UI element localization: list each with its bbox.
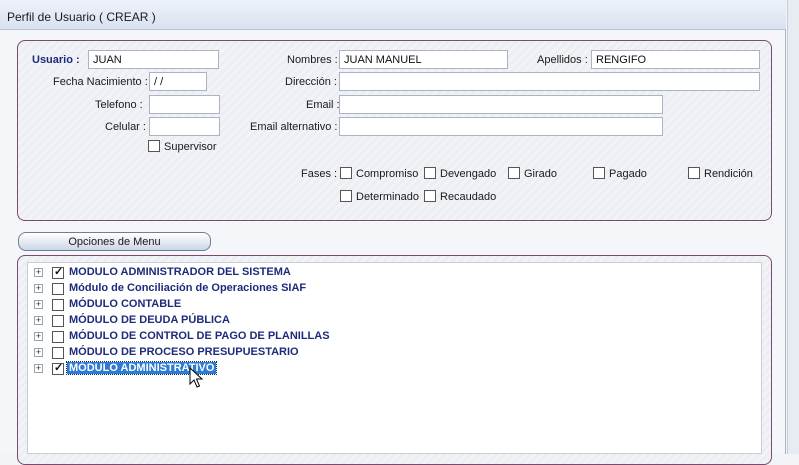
- tree-node-checkbox[interactable]: [52, 265, 64, 279]
- celular-label: Celular :: [105, 121, 146, 133]
- fecha-nacimiento-field[interactable]: / /: [149, 72, 207, 91]
- usuario-label: Usuario :: [32, 54, 80, 66]
- email-label: Email :: [306, 99, 340, 111]
- apellidos-field[interactable]: RENGIFO: [591, 50, 760, 69]
- fase-devengado-checkbox[interactable]: [424, 167, 436, 179]
- direccion-label: Dirección :: [285, 76, 337, 88]
- fases-label: Fases :: [301, 168, 338, 180]
- email-alternativo-field[interactable]: [339, 117, 663, 136]
- tree-node-label: MODULO ADMINISTRADOR DEL SISTEMA: [69, 266, 291, 278]
- fase-girado-label: Girado: [524, 168, 558, 180]
- tree-node-checkbox[interactable]: [52, 347, 64, 359]
- mouse-pointer-icon: [189, 367, 204, 388]
- expand-plus-icon[interactable]: +: [34, 332, 43, 341]
- expand-plus-icon[interactable]: +: [34, 300, 43, 309]
- tree-node-label: MÓDULO DE DEUDA PÚBLICA: [69, 314, 230, 326]
- fase-determinado-label: Determinado: [356, 191, 419, 203]
- fase-compromiso-label: Compromiso: [356, 168, 419, 180]
- window-title: Perfil de Usuario ( CREAR ): [7, 10, 156, 24]
- usuario-field[interactable]: JUAN: [88, 50, 219, 69]
- email-alternativo-label: Email alternativo :: [250, 121, 338, 133]
- fase-devengado-label: Devengado: [440, 168, 497, 180]
- nombres-label: Nombres :: [287, 54, 338, 66]
- celular-field[interactable]: [149, 117, 220, 136]
- tree-node-label: MÓDULO CONTABLE: [69, 298, 182, 310]
- fase-compromiso-checkbox[interactable]: [340, 167, 352, 179]
- tree-node-label: MÓDULO DE CONTROL DE PAGO DE PLANILLAS: [69, 330, 330, 342]
- telefono-field[interactable]: [149, 95, 220, 114]
- tree-node-checkbox[interactable]: [52, 315, 64, 327]
- tree-node-label: Módulo de Conciliación de Operaciones SI…: [69, 282, 307, 294]
- apellidos-label: Apellidos :: [537, 54, 588, 66]
- supervisor-checkbox[interactable]: [148, 140, 160, 152]
- direccion-field[interactable]: [339, 72, 760, 91]
- menu-tree[interactable]: + MODULO ADMINISTRADOR DEL SISTEMA + Mód…: [27, 262, 762, 454]
- fase-determinado-checkbox[interactable]: [340, 190, 352, 202]
- fase-recaudado-checkbox[interactable]: [424, 190, 436, 202]
- fase-pagado-checkbox[interactable]: [593, 167, 605, 179]
- expand-plus-icon[interactable]: +: [34, 284, 43, 293]
- expand-plus-icon[interactable]: +: [34, 348, 43, 357]
- tree-node-label: MÓDULO DE PROCESO PRESUPUESTARIO: [69, 346, 299, 358]
- fase-rendicion-checkbox[interactable]: [688, 167, 700, 179]
- expand-plus-icon[interactable]: +: [34, 268, 43, 277]
- fase-recaudado-label: Recaudado: [440, 191, 497, 203]
- email-field[interactable]: [339, 95, 663, 114]
- fase-rendicion-label: Rendición: [704, 168, 753, 180]
- nombres-field[interactable]: JUAN MANUEL: [339, 50, 508, 69]
- fase-pagado-label: Pagado: [609, 168, 647, 180]
- expand-plus-icon[interactable]: +: [34, 316, 43, 325]
- tree-node-checkbox[interactable]: [52, 331, 64, 343]
- tree-node-checkbox[interactable]: [52, 361, 64, 375]
- perfil-usuario-window: Perfil de Usuario ( CREAR ) Usuario : JU…: [0, 0, 786, 465]
- supervisor-label: Supervisor: [164, 141, 217, 153]
- expand-plus-icon[interactable]: +: [34, 364, 43, 373]
- fecha-nacimiento-label: Fecha Nacimiento :: [53, 76, 148, 88]
- opciones-menu-tab[interactable]: Opciones de Menu: [18, 232, 211, 251]
- title-bar: Perfil de Usuario ( CREAR ): [0, 0, 786, 30]
- tree-node-checkbox[interactable]: [52, 299, 64, 311]
- window-edge-scrollbar[interactable]: [787, 0, 799, 454]
- fase-girado-checkbox[interactable]: [508, 167, 520, 179]
- telefono-label: Telefono :: [95, 99, 143, 111]
- tree-node-checkbox[interactable]: [52, 283, 64, 295]
